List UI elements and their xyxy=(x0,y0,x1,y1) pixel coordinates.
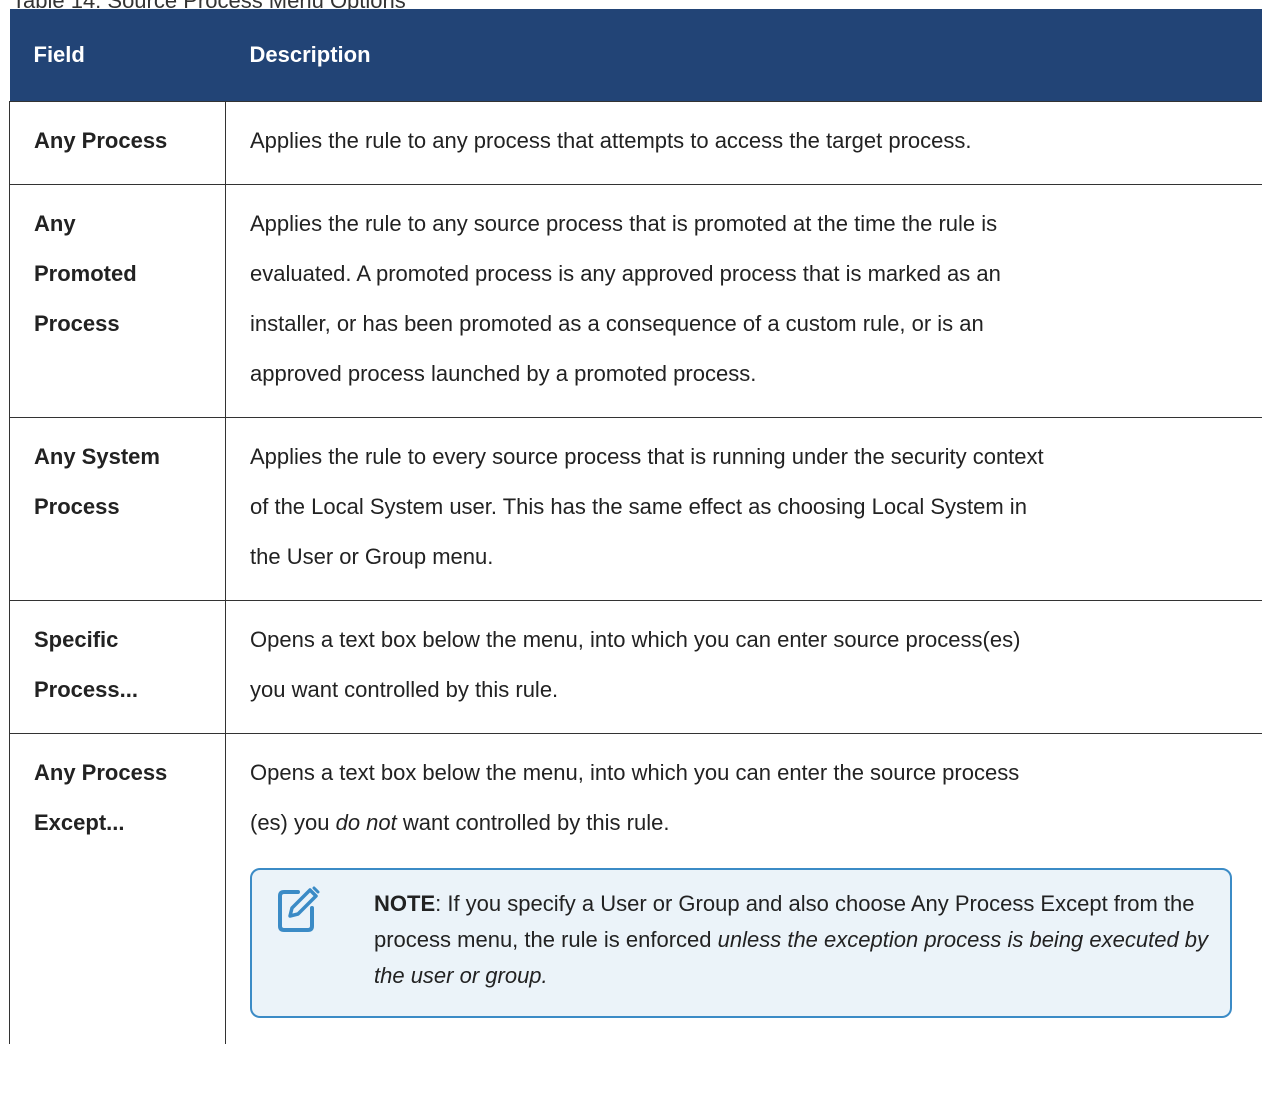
note-callout: NOTE: If you specify a User or Group and… xyxy=(250,868,1232,1018)
description-cell: Applies the rule to every source process… xyxy=(225,417,1262,601)
description-line: Applies the rule to any process that att… xyxy=(250,128,972,153)
table-row: Any Process Except... Opens a text box b… xyxy=(9,733,1262,1044)
field-name: Process xyxy=(34,494,120,519)
description-line: evaluated. A promoted process is any app… xyxy=(250,261,1001,286)
table-row: Any Process Applies the rule to any proc… xyxy=(9,101,1262,185)
field-name: Any xyxy=(34,211,76,236)
field-name: Process... xyxy=(34,677,138,702)
field-name: Any Process xyxy=(34,760,168,785)
table-row: Specific Process... Opens a text box bel… xyxy=(9,600,1262,734)
field-name: Any System xyxy=(34,444,160,469)
field-name: Process xyxy=(34,311,120,336)
description-line: of the Local System user. This has the s… xyxy=(250,494,1027,519)
description-line: Applies the rule to every source process… xyxy=(250,444,1044,469)
field-cell: Any Promoted Process xyxy=(9,184,226,418)
description-line: the User or Group menu. xyxy=(250,544,494,569)
note-text: NOTE: If you specify a User or Group and… xyxy=(374,891,1208,988)
description-cell: Applies the rule to any source process t… xyxy=(225,184,1262,418)
description-line: approved process launched by a promoted … xyxy=(250,361,757,386)
field-cell: Any Process Except... xyxy=(9,733,226,1044)
field-name: Any Process xyxy=(34,128,168,153)
description-cell: Opens a text box below the menu, into wh… xyxy=(225,733,1262,1044)
description-line: you want controlled by this rule. xyxy=(250,677,559,702)
description-line: installer, or has been promoted as a con… xyxy=(250,311,984,336)
note-edit-icon xyxy=(278,886,320,932)
field-cell: Any Process xyxy=(9,101,226,185)
field-name: Except... xyxy=(34,810,125,835)
description-line: Applies the rule to any source process t… xyxy=(250,211,998,236)
description-line: (es) you do not want controlled by this … xyxy=(250,798,1252,848)
description-line: Opens a text box below the menu, into wh… xyxy=(250,760,1020,785)
source-process-options-table: Field Description Any Process Applies th… xyxy=(9,9,1262,1044)
description-line: Opens a text box below the menu, into wh… xyxy=(250,627,1021,652)
note-label: NOTE xyxy=(374,891,436,916)
field-name: Specific xyxy=(34,627,119,652)
column-header-field: Field xyxy=(9,9,226,102)
field-cell: Specific Process... xyxy=(9,600,226,734)
description-cell: Opens a text box below the menu, into wh… xyxy=(225,600,1262,734)
column-header-description: Description xyxy=(225,9,1262,102)
table-header-row: Field Description xyxy=(9,9,1262,102)
description-emphasis: do not xyxy=(335,810,397,835)
table-row: Any Promoted Process Applies the rule to… xyxy=(9,184,1262,418)
description-text: want controlled by this rule. xyxy=(396,810,670,835)
table-row: Any System Process Applies the rule to e… xyxy=(9,417,1262,601)
description-cell: Applies the rule to any process that att… xyxy=(225,101,1262,185)
description-text: (es) you xyxy=(250,810,336,835)
field-name: Promoted xyxy=(34,261,137,286)
field-cell: Any System Process xyxy=(9,417,226,601)
